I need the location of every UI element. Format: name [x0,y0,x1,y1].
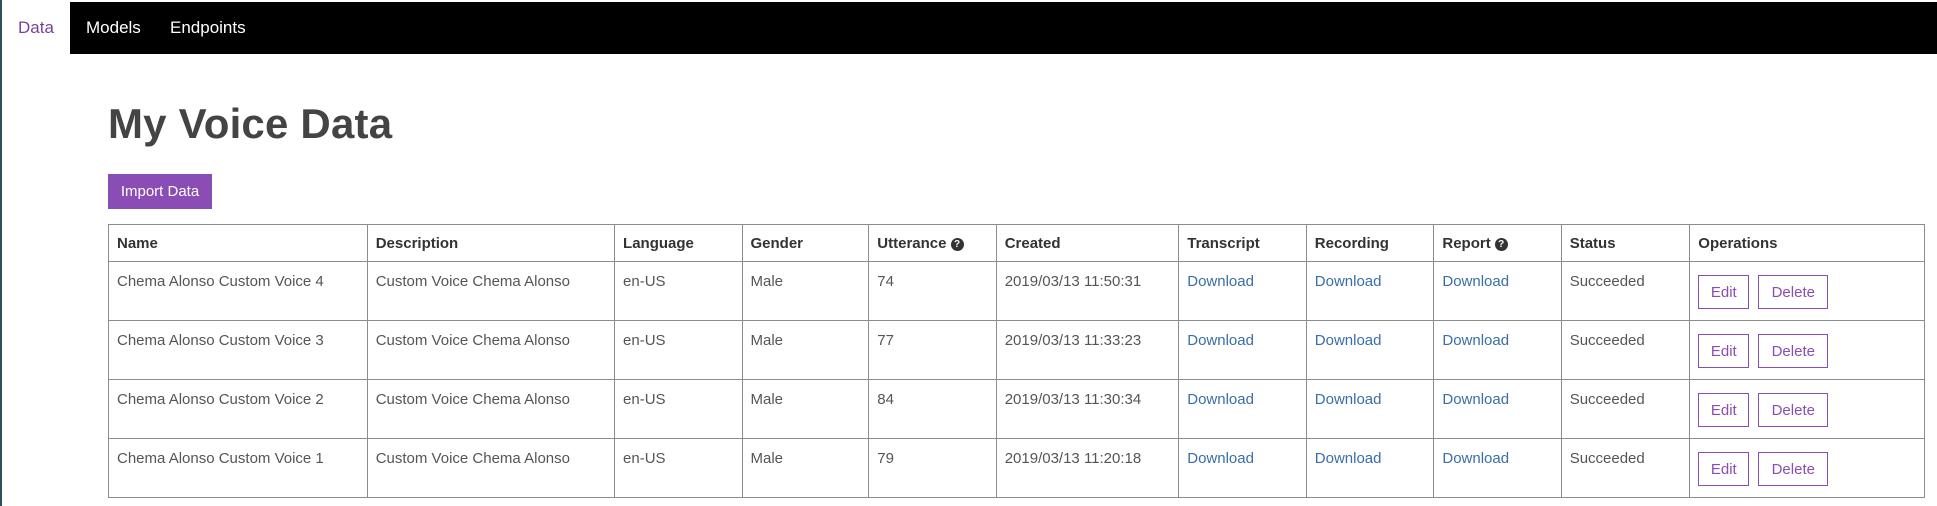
tab-models-label: Models [86,18,141,37]
cell-language: en-US [614,261,743,321]
table-row: Chema Alonso Custom Voice 1 Custom Voice… [108,438,1925,498]
edit-button[interactable]: Edit [1698,275,1750,309]
cell-operations: Edit Delete [1689,379,1925,439]
cell-description: Custom Voice Chema Alonso [366,261,616,321]
header-utterance: Utterance? [868,224,997,262]
header-gender: Gender [741,224,870,262]
table-row: Chema Alonso Custom Voice 4 Custom Voice… [108,261,1925,321]
header-transcript: Transcript [1178,224,1307,262]
delete-button[interactable]: Delete [1758,334,1829,368]
cell-utterance: 74 [868,261,997,321]
cell-operations: Edit Delete [1689,261,1925,321]
cell-language: en-US [614,379,743,439]
operations-group: Edit Delete [1698,332,1916,368]
header-recording: Recording [1305,224,1435,262]
header-status: Status [1560,224,1691,262]
recording-download-link[interactable]: Download [1315,273,1382,290]
cell-recording: Download [1305,261,1435,321]
delete-button[interactable]: Delete [1758,393,1829,427]
cell-language: en-US [614,320,743,380]
voice-data-table: Name Description Language Gender Utteran… [108,224,1925,498]
cell-operations: Edit Delete [1689,320,1925,380]
cell-recording: Download [1305,379,1435,439]
header-created: Created [995,224,1180,262]
question-circle-icon[interactable]: ? [950,237,964,251]
cell-report: Download [1433,438,1562,498]
tab-models[interactable]: Models [70,2,156,54]
cell-gender: Male [741,438,870,498]
cell-transcript: Download [1178,320,1307,380]
cell-status: Succeeded [1560,438,1691,498]
transcript-download-link[interactable]: Download [1187,450,1254,467]
cell-gender: Male [741,379,870,439]
header-description: Description [366,224,616,262]
table-row: Chema Alonso Custom Voice 2 Custom Voice… [108,379,1925,439]
cell-gender: Male [741,320,870,380]
cell-utterance: 79 [868,438,997,498]
cell-description: Custom Voice Chema Alonso [366,320,616,380]
cell-report: Download [1433,261,1562,321]
report-download-link[interactable]: Download [1442,450,1509,467]
cell-transcript: Download [1178,261,1307,321]
header-report: Report? [1433,224,1562,262]
recording-download-link[interactable]: Download [1315,450,1382,467]
cell-transcript: Download [1178,438,1307,498]
cell-created: 2019/03/13 11:20:18 [995,438,1180,498]
edit-button[interactable]: Edit [1698,393,1750,427]
transcript-download-link[interactable]: Download [1187,391,1254,408]
cell-status: Succeeded [1560,379,1691,439]
cell-status: Succeeded [1560,320,1691,380]
import-data-button[interactable]: Import Data [108,174,212,209]
cell-utterance: 77 [868,320,997,380]
cell-report: Download [1433,320,1562,380]
cell-language: en-US [614,438,743,498]
header-report-label: Report [1442,234,1491,252]
table-header-row: Name Description Language Gender Utteran… [108,224,1925,262]
delete-button[interactable]: Delete [1758,452,1829,486]
cell-operations: Edit Delete [1689,438,1925,498]
header-name: Name [108,224,368,262]
report-download-link[interactable]: Download [1442,273,1509,290]
cell-utterance: 84 [868,379,997,439]
cell-transcript: Download [1178,379,1307,439]
cell-created: 2019/03/13 11:30:34 [995,379,1180,439]
header-utterance-label: Utterance [877,234,947,252]
report-download-link[interactable]: Download [1442,391,1509,408]
report-download-link[interactable]: Download [1442,332,1509,349]
tab-endpoints-label: Endpoints [170,18,246,37]
cell-description: Custom Voice Chema Alonso [366,438,616,498]
transcript-download-link[interactable]: Download [1187,332,1254,349]
cell-recording: Download [1305,438,1435,498]
cell-name: Chema Alonso Custom Voice 1 [108,438,368,498]
recording-download-link[interactable]: Download [1315,332,1382,349]
page-title: My Voice Data [108,100,393,147]
header-operations: Operations [1689,224,1925,262]
tab-data[interactable]: Data [2,2,70,54]
cell-description: Custom Voice Chema Alonso [366,379,616,439]
table-row: Chema Alonso Custom Voice 3 Custom Voice… [108,320,1925,380]
operations-group: Edit Delete [1698,391,1916,427]
recording-download-link[interactable]: Download [1315,391,1382,408]
question-circle-icon[interactable]: ? [1494,237,1508,251]
cell-name: Chema Alonso Custom Voice 4 [108,261,368,321]
transcript-download-link[interactable]: Download [1187,273,1254,290]
header-language: Language [614,224,743,262]
cell-status: Succeeded [1560,261,1691,321]
top-navigation: Data Models Endpoints [2,2,1937,54]
window-left-edge [0,0,2,506]
cell-report: Download [1433,379,1562,439]
edit-button[interactable]: Edit [1698,334,1750,368]
cell-recording: Download [1305,320,1435,380]
tab-endpoints[interactable]: Endpoints [156,2,246,54]
cell-created: 2019/03/13 11:50:31 [995,261,1180,321]
cell-created: 2019/03/13 11:33:23 [995,320,1180,380]
operations-group: Edit Delete [1698,450,1916,486]
operations-group: Edit Delete [1698,273,1916,309]
cell-gender: Male [741,261,870,321]
cell-name: Chema Alonso Custom Voice 2 [108,379,368,439]
tab-data-label: Data [18,18,54,37]
edit-button[interactable]: Edit [1698,452,1750,486]
delete-button[interactable]: Delete [1758,275,1829,309]
cell-name: Chema Alonso Custom Voice 3 [108,320,368,380]
